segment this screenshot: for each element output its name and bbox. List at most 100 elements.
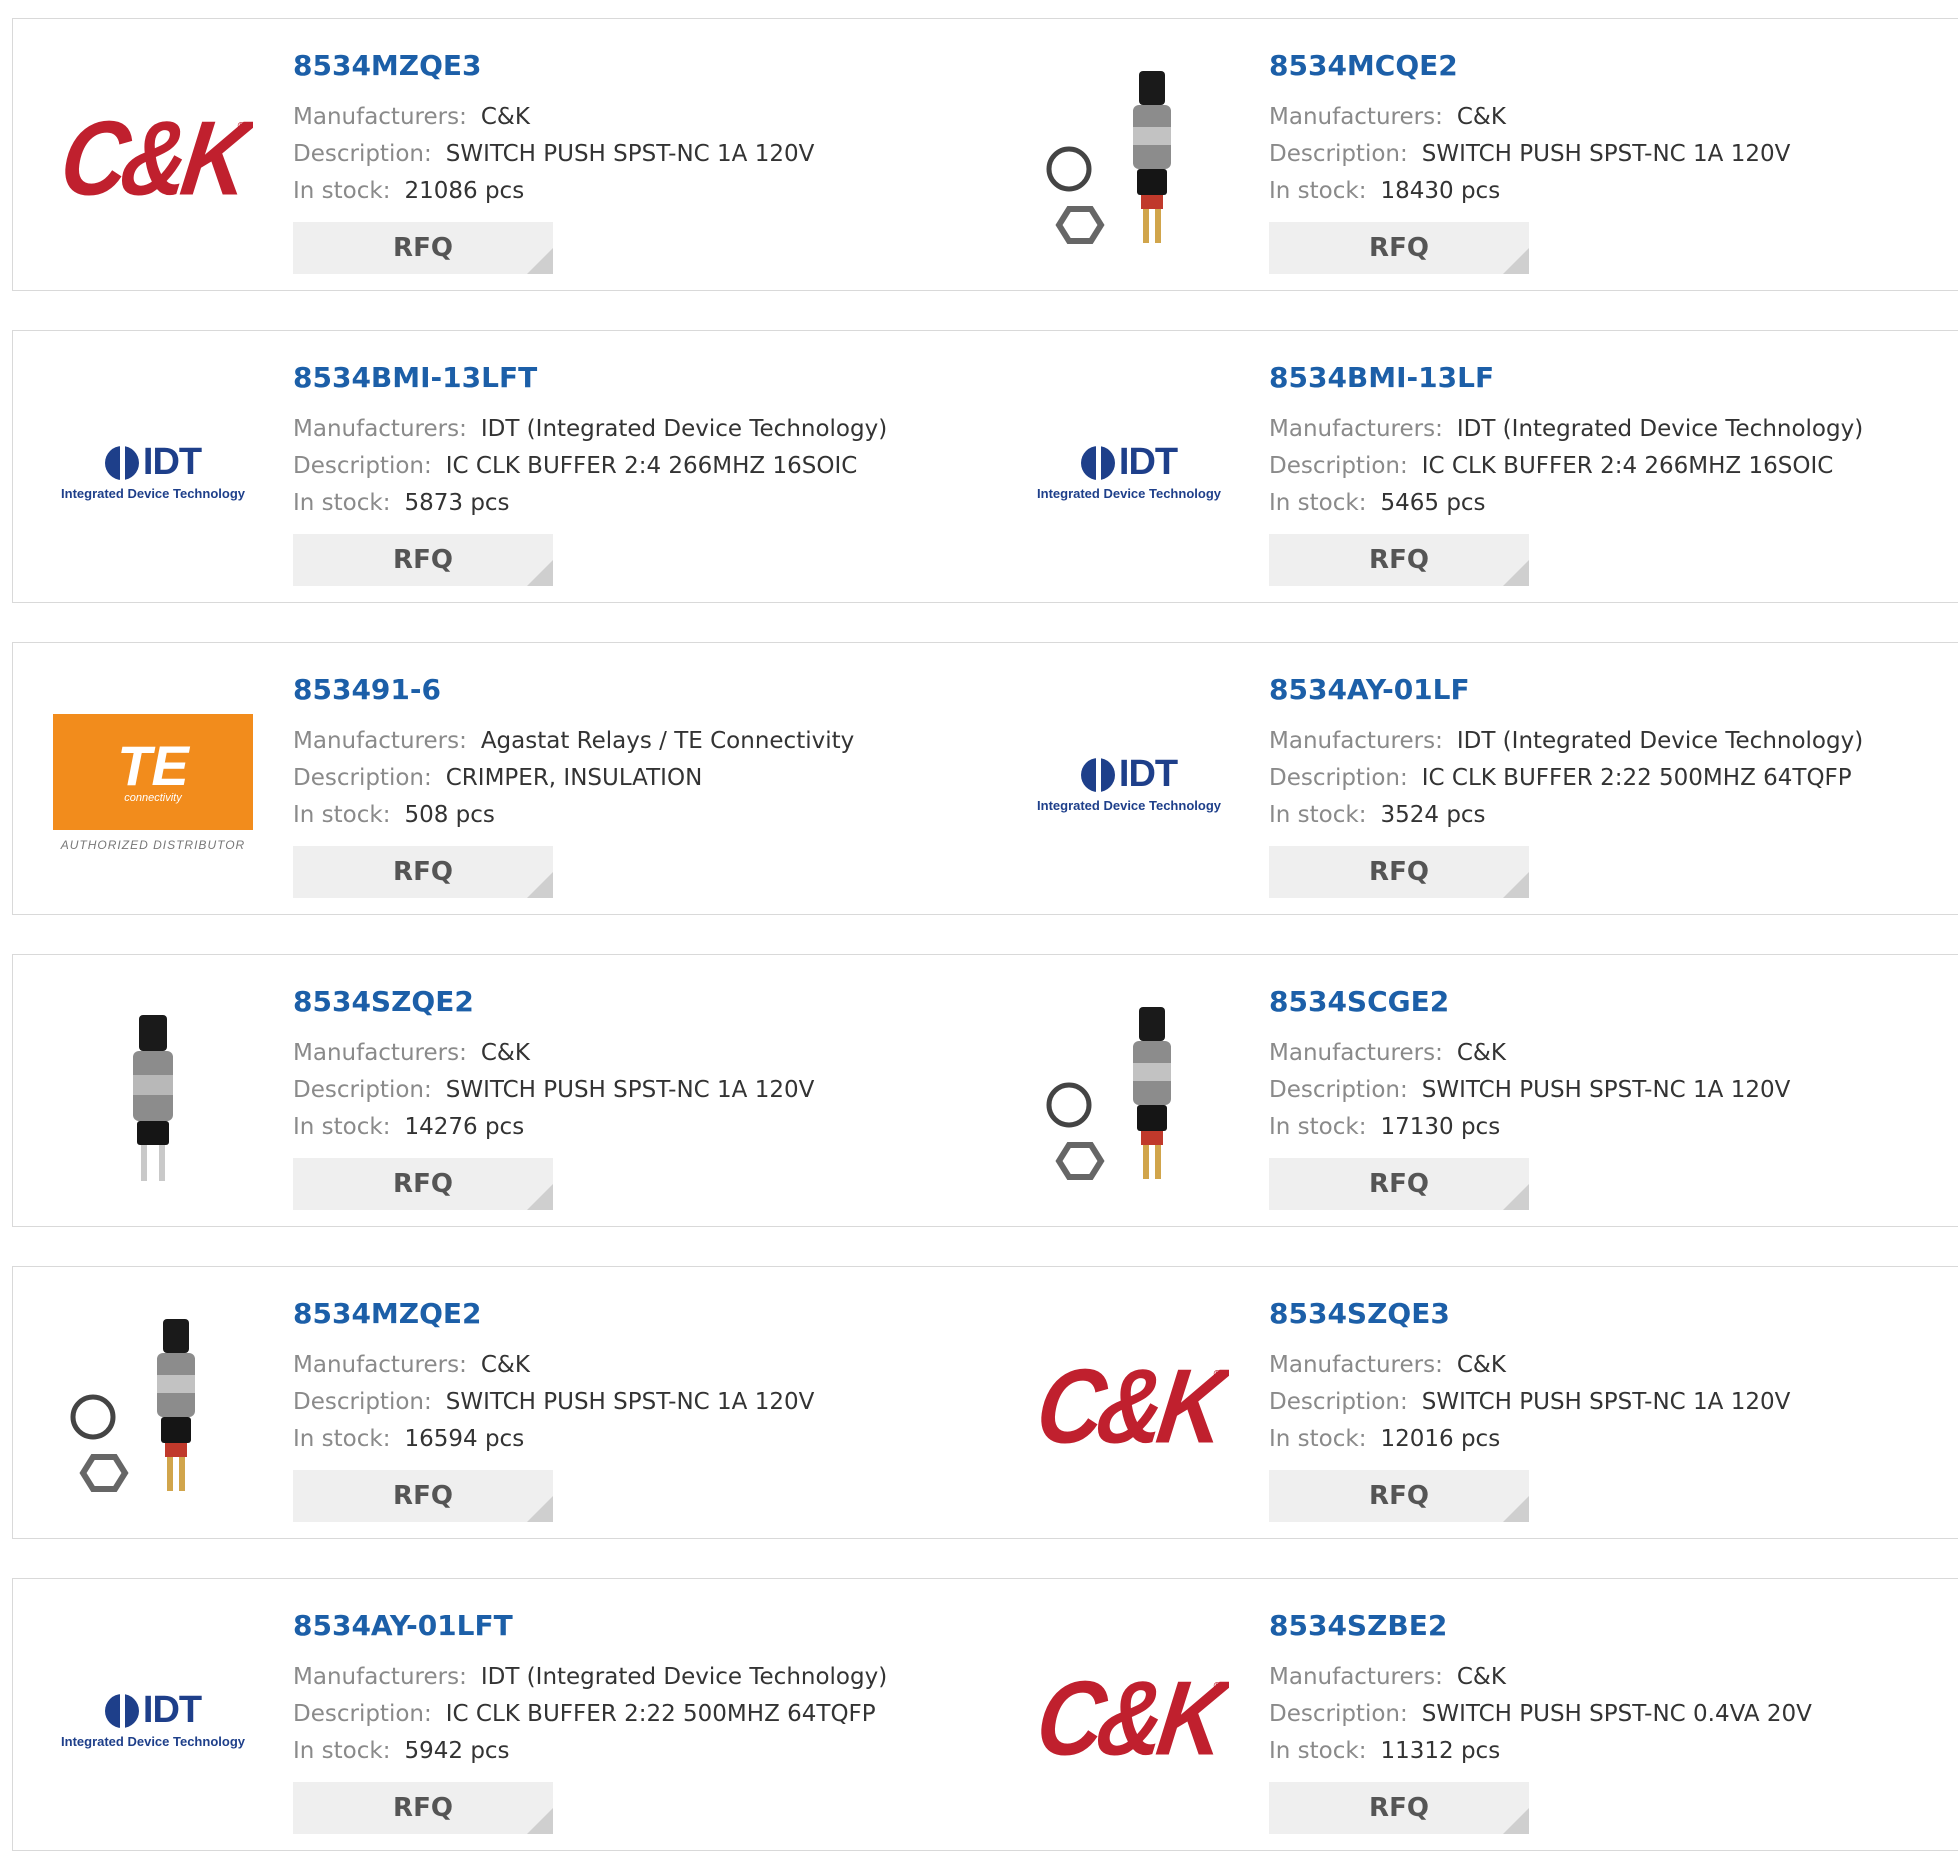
product-image[interactable]: IDT Integrated Device Technology: [53, 371, 253, 571]
part-number-link[interactable]: 8534BMI-13LF: [1269, 361, 1863, 395]
rfq-button[interactable]: RFQ: [1269, 534, 1529, 586]
ck-logo: C&K ®: [1030, 1347, 1228, 1466]
product-card: 8534SCGE2 Manufacturers: C&K Description: SW…: [989, 954, 1958, 1227]
rfq-button[interactable]: RFQ: [293, 1782, 553, 1834]
product-card: IDT Integrated Device Technology 8534BMI…: [12, 330, 991, 603]
stock-label: In stock:: [293, 178, 391, 204]
stock-line: In stock: 14276 pcs: [293, 1109, 814, 1146]
product-image[interactable]: [53, 1307, 253, 1507]
manufacturer-label: Manufacturers:: [293, 104, 467, 130]
product-image[interactable]: IDT Integrated Device Technology: [1029, 683, 1229, 883]
stock-label: In stock:: [293, 802, 391, 828]
manufacturer-value: C&K: [480, 104, 530, 130]
rfq-button[interactable]: RFQ: [1269, 1470, 1529, 1522]
product-image[interactable]: [1029, 995, 1229, 1195]
product-image[interactable]: IDT Integrated Device Technology: [53, 1619, 253, 1819]
idt-logo: IDT Integrated Device Technology: [1037, 753, 1221, 813]
stock-label: In stock:: [293, 1114, 391, 1140]
manufacturer-value: C&K: [480, 1040, 530, 1066]
description-line: Description: SWITCH PUSH SPST-NC 1A 120V: [1269, 136, 1790, 173]
rfq-button[interactable]: RFQ: [293, 1158, 553, 1210]
manufacturer-line: Manufacturers: Agastat Relays / TE Connec…: [293, 723, 854, 760]
rfq-button[interactable]: RFQ: [293, 846, 553, 898]
part-number-link[interactable]: 8534MCQE2: [1269, 49, 1790, 83]
stock-value: 5465 pcs: [1380, 490, 1486, 516]
idt-mark-icon: [104, 445, 139, 480]
pushbutton-with-nuts-photo: [1046, 1007, 1171, 1180]
product-card: IDT Integrated Device Technology 8534AY-…: [12, 1578, 991, 1851]
product-image[interactable]: C&K ®: [1029, 1619, 1229, 1819]
product-info: 853491-6 Manufacturers: Agastat Relays / T…: [293, 673, 854, 898]
rfq-button[interactable]: RFQ: [1269, 1158, 1529, 1210]
manufacturer-label: Manufacturers:: [1269, 728, 1443, 754]
pushbutton-with-nuts-photo: [70, 1319, 195, 1492]
product-image[interactable]: TE connectivity AUTHORIZED DISTRIBUTOR: [53, 683, 253, 883]
manufacturer-label: Manufacturers:: [293, 1040, 467, 1066]
rfq-label: RFQ: [1369, 1793, 1429, 1823]
stock-label: In stock:: [293, 1426, 391, 1452]
product-info: 8534SZQE3 Manufacturers: C&K Description: SW…: [1269, 1297, 1790, 1522]
part-number-link[interactable]: 8534MZQE3: [293, 49, 814, 83]
rfq-button[interactable]: RFQ: [1269, 222, 1529, 274]
part-number-link[interactable]: 8534SZBE2: [1269, 1609, 1812, 1643]
product-info: 8534BMI-13LFT Manufacturers: IDT (Integrat…: [293, 361, 887, 586]
rfq-button[interactable]: RFQ: [1269, 1782, 1529, 1834]
manufacturer-line: Manufacturers: C&K: [293, 1035, 814, 1072]
idt-mark-icon: [104, 1693, 139, 1728]
product-image[interactable]: C&K ®: [53, 59, 253, 259]
description-line: Description: IC CLK BUFFER 2:4 266MHZ 16S…: [293, 448, 887, 485]
ck-logo: C&K ®: [1030, 1659, 1228, 1778]
description-label: Description:: [293, 141, 432, 167]
part-number-link[interactable]: 8534BMI-13LFT: [293, 361, 887, 395]
manufacturer-label: Manufacturers:: [1269, 1352, 1443, 1378]
product-info: 8534AY-01LFT Manufacturers: IDT (Integrate…: [293, 1609, 887, 1834]
part-number-link[interactable]: 8534SZQE2: [293, 985, 814, 1019]
product-image[interactable]: [1029, 59, 1229, 259]
rfq-label: RFQ: [393, 545, 453, 575]
description-label: Description:: [293, 765, 432, 791]
manufacturer-value: C&K: [1456, 1352, 1506, 1378]
rfq-button[interactable]: RFQ: [293, 222, 553, 274]
part-number-link[interactable]: 853491-6: [293, 673, 854, 707]
description-label: Description:: [293, 1701, 432, 1727]
stock-line: In stock: 12016 pcs: [1269, 1421, 1790, 1458]
stock-value: 12016 pcs: [1380, 1426, 1501, 1452]
description-value: SWITCH PUSH SPST-NC 1A 120V: [445, 1389, 815, 1415]
rfq-label: RFQ: [1369, 233, 1429, 263]
manufacturer-label: Manufacturers:: [293, 728, 467, 754]
rfq-button[interactable]: RFQ: [293, 1470, 553, 1522]
product-image[interactable]: C&K ®: [1029, 1307, 1229, 1507]
product-card: TE connectivity AUTHORIZED DISTRIBUTOR 8…: [12, 642, 991, 915]
part-number-link[interactable]: 8534SZQE3: [1269, 1297, 1790, 1331]
idt-mark-icon: [1080, 445, 1115, 480]
description-value: SWITCH PUSH SPST-NC 1A 120V: [445, 141, 815, 167]
part-number-link[interactable]: 8534MZQE2: [293, 1297, 814, 1331]
product-info: 8534SZBE2 Manufacturers: C&K Description: SW…: [1269, 1609, 1812, 1834]
part-number-link[interactable]: 8534AY-01LFT: [293, 1609, 887, 1643]
idt-logo: IDT Integrated Device Technology: [1037, 441, 1221, 501]
description-value: IC CLK BUFFER 2:22 500MHZ 64TQFP: [445, 1701, 876, 1727]
description-label: Description:: [1269, 1701, 1408, 1727]
product-image[interactable]: IDT Integrated Device Technology: [1029, 371, 1229, 571]
stock-line: In stock: 5942 pcs: [293, 1733, 887, 1770]
manufacturer-value: IDT (Integrated Device Technology): [1456, 728, 1864, 754]
stock-line: In stock: 11312 pcs: [1269, 1733, 1812, 1770]
manufacturer-line: Manufacturers: C&K: [1269, 99, 1790, 136]
manufacturer-value: Agastat Relays / TE Connectivity: [480, 728, 855, 754]
stock-value: 16594 pcs: [404, 1426, 525, 1452]
rfq-button[interactable]: RFQ: [1269, 846, 1529, 898]
manufacturer-value: IDT (Integrated Device Technology): [1456, 416, 1864, 442]
rfq-button[interactable]: RFQ: [293, 534, 553, 586]
part-number-link[interactable]: 8534SCGE2: [1269, 985, 1790, 1019]
manufacturer-label: Manufacturers:: [293, 1664, 467, 1690]
stock-label: In stock:: [293, 1738, 391, 1764]
description-line: Description: SWITCH PUSH SPST-NC 1A 120V: [1269, 1072, 1790, 1109]
product-info: 8534SZQE2 Manufacturers: C&K Description: SW…: [293, 985, 814, 1210]
product-row: C&K ® 8534MZQE3 Manufacturers: C&K Descript…: [12, 18, 1958, 291]
part-number-link[interactable]: 8534AY-01LF: [1269, 673, 1863, 707]
product-image[interactable]: [53, 995, 253, 1195]
stock-line: In stock: 3524 pcs: [1269, 797, 1863, 834]
product-card: IDT Integrated Device Technology 8534AY-…: [989, 642, 1958, 915]
manufacturer-value: C&K: [1456, 1040, 1506, 1066]
stock-value: 21086 pcs: [404, 178, 525, 204]
